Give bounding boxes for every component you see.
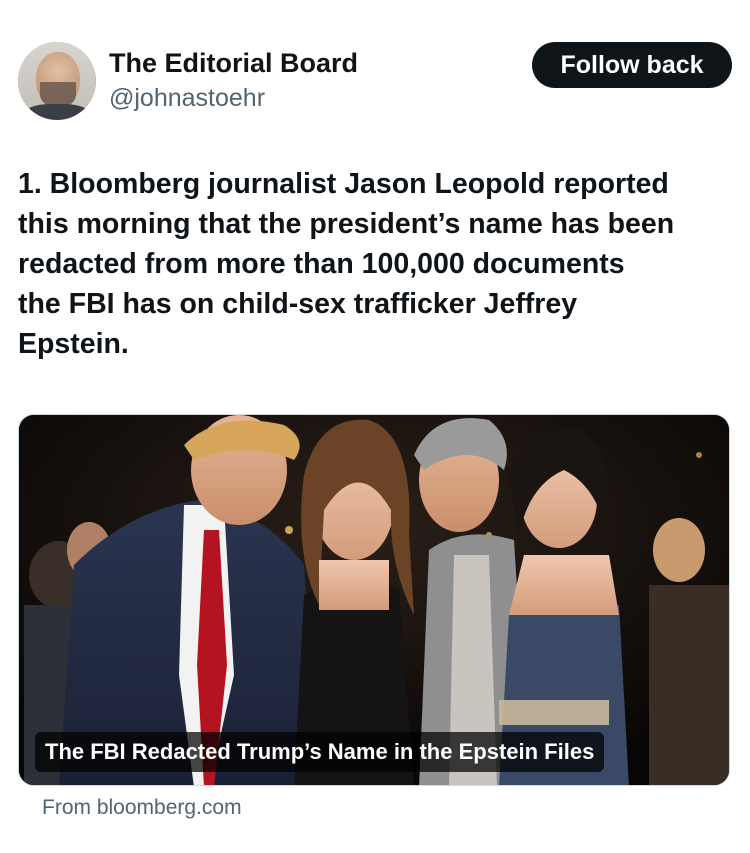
tweet-text-line: Epstein. — [18, 328, 129, 360]
card-title: The FBI Redacted Trump’s Name in the Eps… — [35, 732, 605, 772]
tweet-header: The Editorial Board @johnastoehr Follow … — [18, 42, 732, 122]
avatar[interactable] — [18, 42, 96, 120]
author-handle[interactable]: @johnastoehr — [109, 84, 265, 113]
author-name[interactable]: The Editorial Board — [109, 48, 358, 79]
tweet-text-line: 1. Bloomberg journalist Jason Leopold re… — [18, 168, 669, 200]
tweet-text: 1. Bloomberg journalist Jason Leopold re… — [18, 164, 730, 364]
card-source[interactable]: From bloomberg.com — [42, 796, 242, 820]
tweet-text-line: redacted from more than 100,000 document… — [18, 248, 625, 280]
tweet-text-line: this morning that the president’s name h… — [18, 208, 675, 240]
tweet-text-line: the FBI has on child-sex trafficker Jeff… — [18, 288, 578, 320]
follow-back-button[interactable]: Follow back — [532, 42, 732, 88]
link-card[interactable]: The FBI Redacted Trump’s Name in the Eps… — [18, 414, 730, 786]
card-photo — [19, 415, 729, 785]
